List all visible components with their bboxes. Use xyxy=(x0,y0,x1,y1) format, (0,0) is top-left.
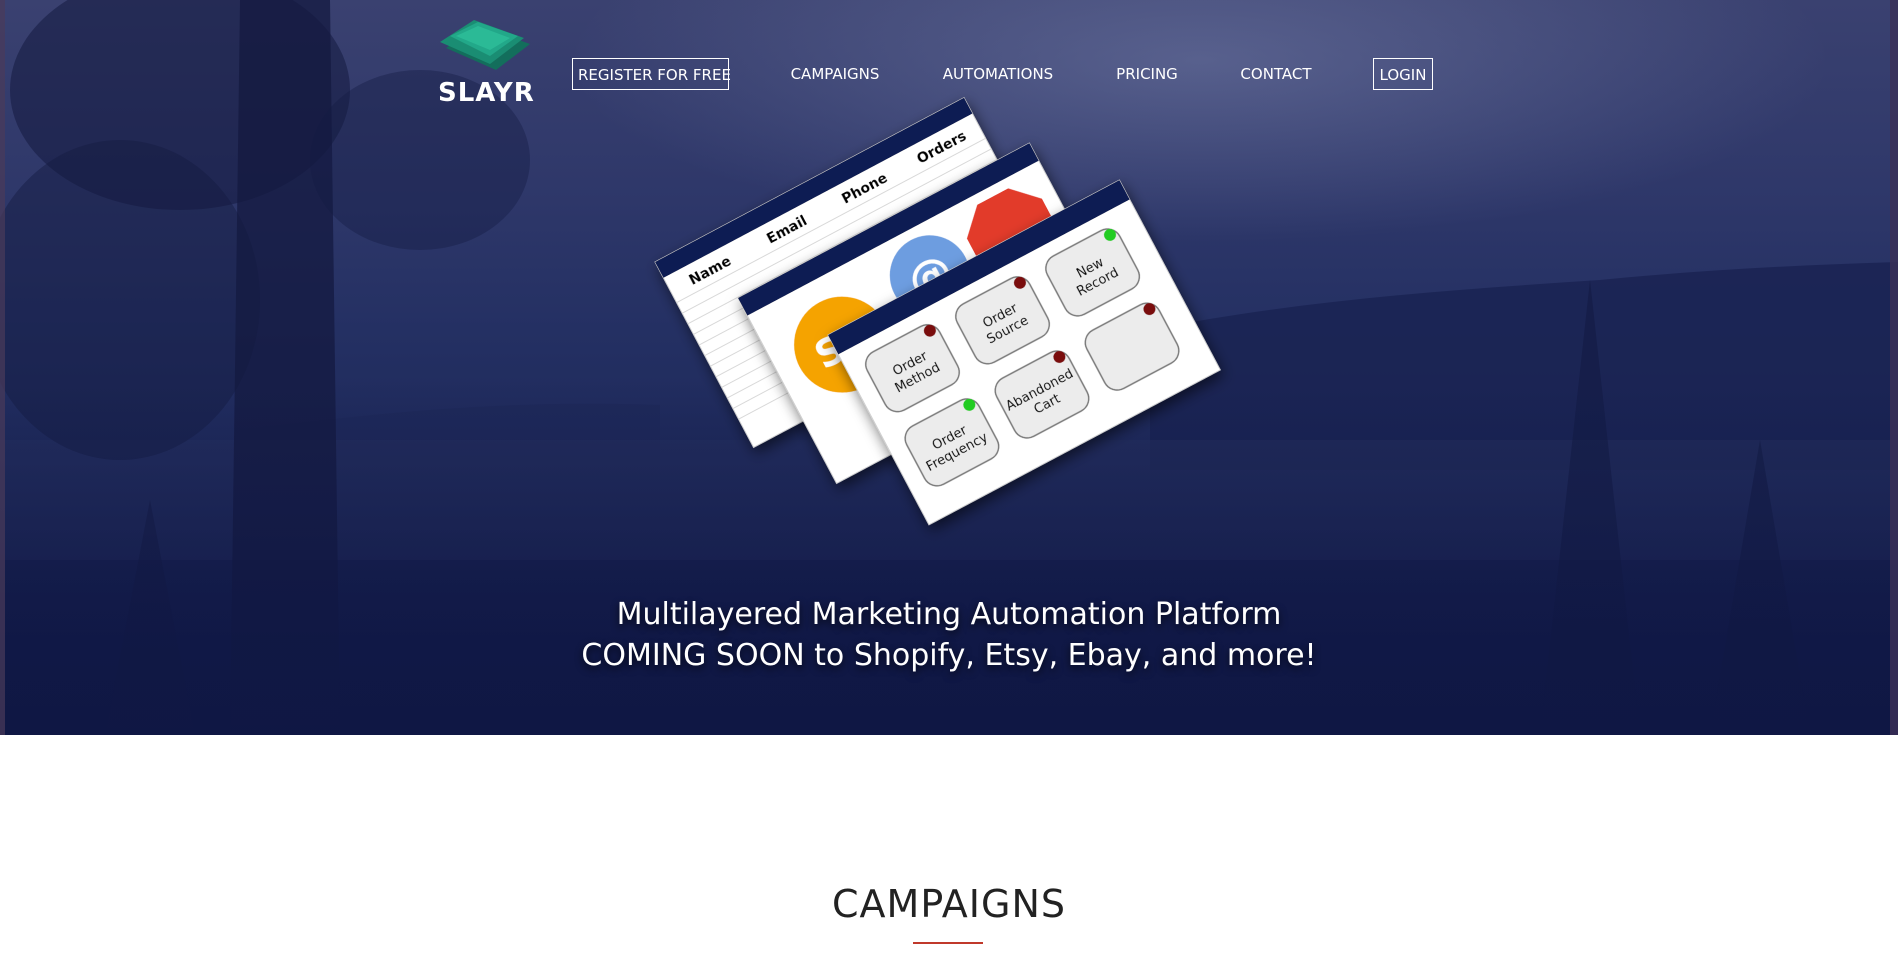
nav-login[interactable]: LOGIN xyxy=(1373,58,1433,90)
campaigns-section-title: CAMPAIGNS xyxy=(832,882,1066,926)
nav-register-for-free[interactable]: REGISTER FOR FREE xyxy=(572,58,731,90)
hero-tagline-line1: Multilayered Marketing Automation Platfo… xyxy=(616,597,1282,632)
main-nav: REGISTER FOR FREE CAMPAIGNS AUTOMATIONS … xyxy=(0,58,1898,106)
hero-section: Name Email Phone Orders @ Order Method O… xyxy=(0,0,1898,735)
nav-campaigns[interactable]: CAMPAIGNS xyxy=(780,58,890,90)
nav-contact[interactable]: CONTACT xyxy=(1234,58,1318,90)
layers-logo-icon xyxy=(440,20,530,70)
section-title-underline xyxy=(913,942,983,944)
nav-pricing[interactable]: PRICING xyxy=(1108,58,1186,90)
nav-automations[interactable]: AUTOMATIONS xyxy=(936,58,1060,90)
hero-tagline-line2: COMING SOON to Shopify, Etsy, Ebay, and … xyxy=(581,638,1317,673)
